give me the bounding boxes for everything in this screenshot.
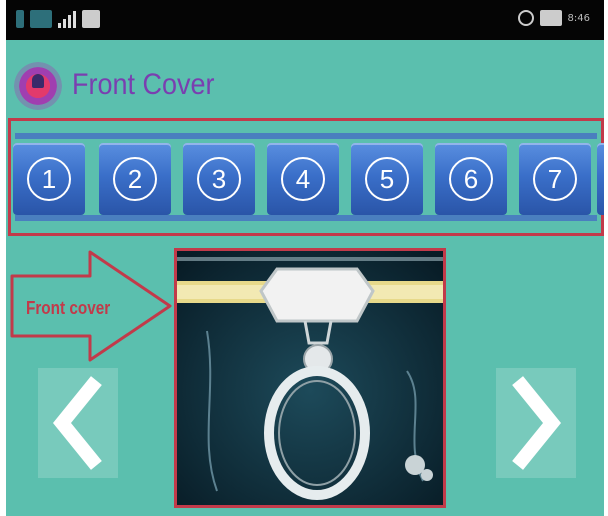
chevron-right-icon: [512, 376, 562, 470]
page-title: Front Cover: [72, 68, 215, 101]
app-screen: 8:46 Front Cover 1 2 3 4 5 6 7 Front cov…: [6, 0, 604, 516]
action-bar: Front Cover: [6, 54, 604, 118]
annotation-label: Front cover: [26, 298, 111, 318]
page-number: 4: [281, 157, 325, 201]
status-icons-right: 8:46: [517, 10, 590, 26]
signal-icon: [58, 10, 76, 28]
page-selector-track[interactable]: 1 2 3 4 5 6 7: [13, 125, 604, 229]
page-selector-strip: 1 2 3 4 5 6 7: [8, 118, 604, 236]
status-time: 8:46: [567, 12, 590, 24]
page-number: 7: [533, 157, 577, 201]
chevron-left-icon: [52, 376, 102, 470]
page-number: 6: [449, 157, 493, 201]
strip-bottom-band: [15, 215, 597, 221]
page-number: 2: [113, 157, 157, 201]
battery-icon: [539, 10, 562, 26]
page-button-3[interactable]: 3: [183, 143, 255, 215]
page-button-5[interactable]: 5: [351, 143, 423, 215]
alarm-icon: [517, 10, 534, 26]
front-cover-image[interactable]: [174, 248, 446, 508]
page-button-7[interactable]: 7: [519, 143, 591, 215]
page-button-4[interactable]: 4: [267, 143, 339, 215]
page-number: 3: [197, 157, 241, 201]
status-bar: 8:46: [6, 0, 604, 40]
page-button-2[interactable]: 2: [99, 143, 171, 215]
previous-page-button[interactable]: [38, 368, 118, 478]
app-logo-icon[interactable]: [14, 62, 62, 110]
page-number: 1: [27, 157, 71, 201]
page-number: 5: [365, 157, 409, 201]
usb-icon: [16, 10, 24, 28]
network-type-icon: [30, 10, 52, 28]
page-button-1[interactable]: 1: [13, 143, 85, 215]
page-button-6[interactable]: 6: [435, 143, 507, 215]
status-icons-left: [16, 10, 100, 28]
strip-top-band: [15, 133, 597, 139]
cover-artwork: [177, 251, 443, 505]
page-button-partial[interactable]: [597, 143, 604, 215]
next-page-button[interactable]: [496, 368, 576, 478]
sim-icon: [82, 10, 100, 28]
